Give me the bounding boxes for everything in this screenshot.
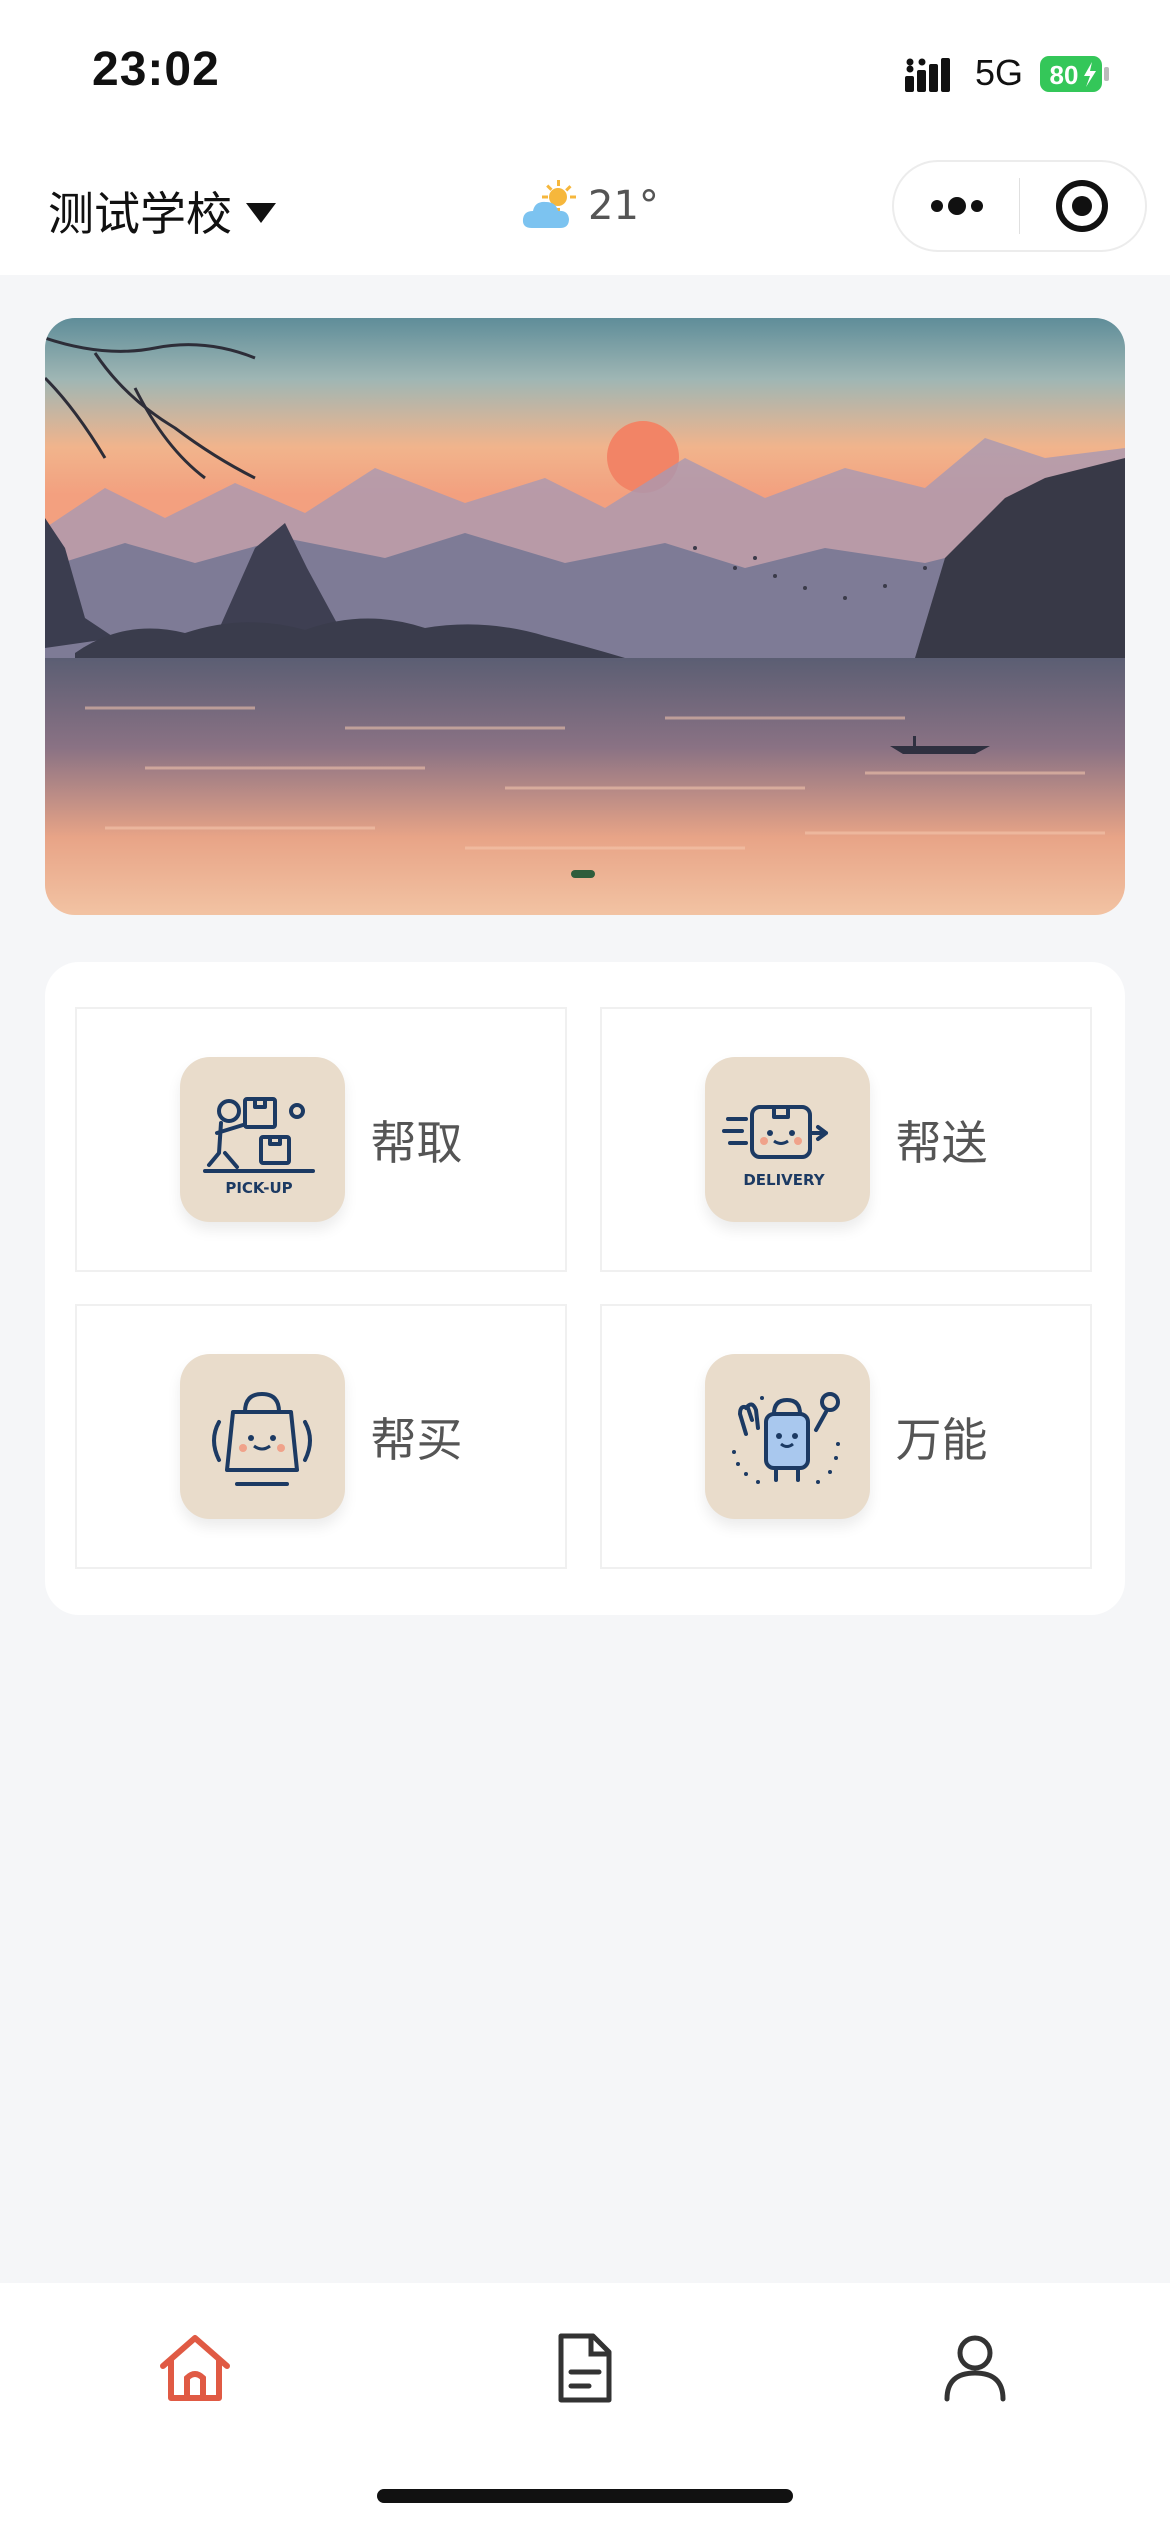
delivery-icon-box: DELIVERY xyxy=(704,1057,870,1222)
carousel-dot-active[interactable] xyxy=(571,870,595,878)
tab-profile[interactable] xyxy=(930,2323,1020,2413)
profile-icon xyxy=(944,2335,1006,2402)
services-card: PICK-UP 帮取 DELIVERY 帮送 帮买 万能 xyxy=(45,962,1125,1615)
banner-carousel[interactable] xyxy=(45,318,1125,915)
pickup-icon: PICK-UP xyxy=(203,1096,315,1197)
nav-bar: 测试学校 21° xyxy=(0,150,1170,275)
banner-image xyxy=(45,318,1125,915)
universal-icon-box xyxy=(704,1354,870,1519)
service-universal[interactable]: 万能 xyxy=(600,1304,1092,1569)
tab-home[interactable] xyxy=(150,2323,240,2413)
network-type: 5G xyxy=(975,52,1024,93)
universal-icon xyxy=(732,1391,840,1484)
partly-cloudy-icon xyxy=(522,180,576,228)
delivery-badge: DELIVERY xyxy=(743,1171,825,1189)
battery-level: 80 xyxy=(1050,60,1079,90)
school-name: 测试学校 xyxy=(48,187,232,241)
mini-program-capsule xyxy=(892,160,1147,252)
tab-orders[interactable] xyxy=(540,2323,630,2413)
weather-temp: 21° xyxy=(588,183,659,229)
delivery-icon: DELIVERY xyxy=(722,1104,828,1189)
buy-icon-box xyxy=(179,1354,345,1519)
service-label-buy: 帮买 xyxy=(370,1412,463,1467)
more-button[interactable] xyxy=(894,162,1019,250)
home-indicator xyxy=(377,2489,793,2503)
service-buy[interactable]: 帮买 xyxy=(75,1304,567,1569)
service-label-pickup: 帮取 xyxy=(370,1115,463,1170)
battery-icon: 80 xyxy=(1040,56,1109,92)
service-label-delivery: 帮送 xyxy=(895,1115,988,1170)
pickup-icon-box: PICK-UP xyxy=(179,1057,345,1222)
signal-icon xyxy=(905,58,950,92)
home-icon xyxy=(160,2335,230,2401)
weather-widget: 21° xyxy=(522,180,659,232)
status-bar: 23:02 5G 80 xyxy=(0,0,1170,150)
service-delivery[interactable]: DELIVERY 帮送 xyxy=(600,1007,1092,1272)
caret-down-icon xyxy=(246,203,276,223)
status-time: 23:02 xyxy=(92,43,220,96)
school-selector[interactable]: 测试学校 xyxy=(48,178,276,244)
target-icon xyxy=(1056,180,1109,232)
more-icon xyxy=(930,197,983,215)
close-mini-program-button[interactable] xyxy=(1020,162,1145,250)
service-label-universal: 万能 xyxy=(895,1412,988,1467)
pickup-badge: PICK-UP xyxy=(225,1179,292,1197)
service-pickup[interactable]: PICK-UP 帮取 xyxy=(75,1007,567,1272)
orders-icon xyxy=(558,2333,612,2403)
shopping-bag-icon xyxy=(212,1391,312,1486)
